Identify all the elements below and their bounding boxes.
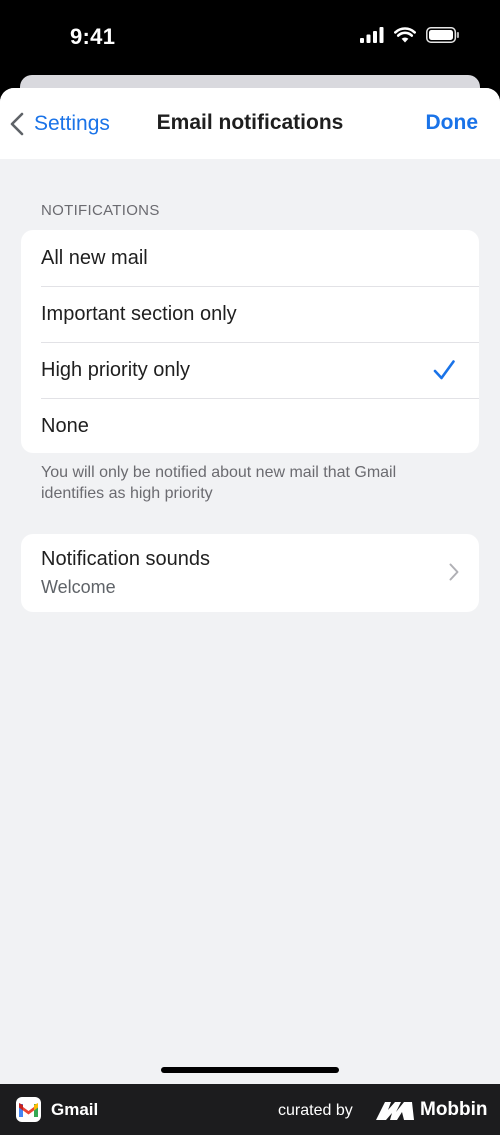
section-header-notifications: NOTIFICATIONS xyxy=(41,202,160,219)
option-label: All new mail xyxy=(41,246,148,269)
navigation-bar: Settings Email notifications Done xyxy=(0,88,500,159)
checkmark-icon xyxy=(433,360,455,380)
option-label: None xyxy=(41,414,89,437)
notification-sounds-row[interactable]: Notification sounds Welcome xyxy=(21,534,479,612)
attribution-footer: Gmail curated by Mobbin xyxy=(0,1084,500,1135)
notification-options-list: All new mail Important section only High… xyxy=(21,230,479,453)
section-footer-note: You will only be notified about new mail… xyxy=(41,464,397,502)
brand-name: Mobbin xyxy=(420,1099,488,1120)
notification-sounds-value: Welcome xyxy=(41,577,116,597)
battery-icon xyxy=(426,27,459,43)
option-high-priority-only[interactable]: High priority only xyxy=(21,342,479,398)
status-time: 9:41 xyxy=(70,24,116,49)
gmail-logo-icon xyxy=(16,1097,41,1122)
app-name: Gmail xyxy=(51,1100,99,1119)
curated-by-label: curated by xyxy=(278,1102,353,1119)
cellular-signal-icon xyxy=(360,27,384,43)
chevron-right-icon xyxy=(449,563,459,581)
done-button[interactable]: Done xyxy=(426,111,479,135)
option-important-section-only[interactable]: Important section only xyxy=(21,286,479,342)
option-none[interactable]: None xyxy=(21,398,479,453)
wifi-icon xyxy=(394,27,416,43)
notification-sounds-title: Notification sounds xyxy=(41,548,210,570)
mobbin-logo-icon xyxy=(376,1102,414,1120)
option-label: Important section only xyxy=(41,302,237,325)
status-bar: 9:41 xyxy=(0,0,500,76)
option-all-new-mail[interactable]: All new mail xyxy=(21,230,479,286)
notifications-sheet: Settings Email notifications Done NOTIFI… xyxy=(0,88,500,1084)
option-label: High priority only xyxy=(41,358,190,381)
home-indicator[interactable] xyxy=(161,1067,339,1073)
status-icons xyxy=(360,27,460,43)
